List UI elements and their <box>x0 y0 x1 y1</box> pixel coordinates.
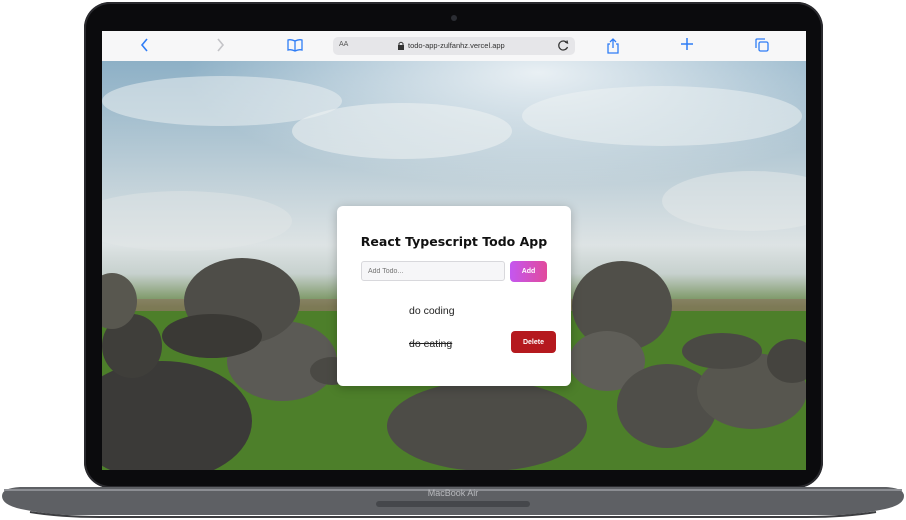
screen: AA todo-app-zulfanhz.vercel.app React Ty… <box>102 31 806 470</box>
app-title: React Typescript Todo App <box>360 234 548 249</box>
add-button[interactable]: Add <box>510 261 547 282</box>
todo-item-coding[interactable]: do coding <box>409 305 455 317</box>
todo-item-eating[interactable]: do eating <box>409 338 452 350</box>
browser-toolbar: AA todo-app-zulfanhz.vercel.app <box>102 31 806 62</box>
book-icon[interactable] <box>285 36 305 56</box>
chevron-left-icon[interactable] <box>135 36 155 56</box>
tabs-icon[interactable] <box>752 36 772 56</box>
url-bar[interactable]: AA todo-app-zulfanhz.vercel.app <box>333 37 575 55</box>
add-todo-input[interactable] <box>361 261 505 281</box>
share-icon[interactable] <box>603 36 623 56</box>
todo-card: React Typescript Todo App Add do coding … <box>337 206 571 386</box>
delete-button[interactable]: Delete <box>511 331 556 353</box>
device-label: MacBook Air <box>427 488 479 498</box>
camera-icon <box>451 15 457 21</box>
web-page: React Typescript Todo App Add do coding … <box>102 61 806 470</box>
chevron-right-icon[interactable] <box>210 36 230 56</box>
reload-icon[interactable] <box>557 39 570 52</box>
lock-icon <box>398 41 404 50</box>
plus-icon[interactable] <box>677 36 697 56</box>
url-text: todo-app-zulfanhz.vercel.app <box>408 41 505 50</box>
reader-aa-button[interactable]: AA <box>339 41 348 48</box>
